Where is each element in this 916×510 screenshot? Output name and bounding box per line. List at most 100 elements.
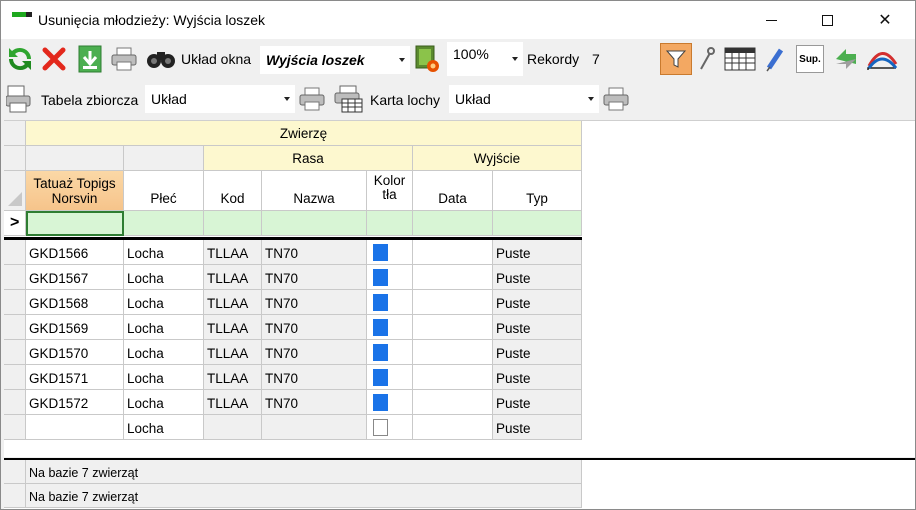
column-header-code[interactable]: Kod (204, 171, 262, 211)
cell-code[interactable]: TLLAA (204, 340, 262, 365)
row-header[interactable] (4, 415, 26, 440)
cell-date[interactable] (413, 340, 493, 365)
close-button[interactable]: ✕ (862, 1, 908, 39)
cell-name[interactable]: TN70 (262, 240, 367, 265)
cell-name[interactable]: TN70 (262, 340, 367, 365)
cell-color[interactable] (367, 265, 413, 290)
cell-date[interactable] (413, 415, 493, 440)
delete-button[interactable] (39, 44, 69, 74)
cell-date[interactable] (413, 240, 493, 265)
cell-tattoo[interactable]: GKD1571 (26, 365, 124, 390)
zoom-select[interactable]: 100% (447, 42, 523, 76)
refresh-button[interactable] (5, 44, 35, 74)
cell-name[interactable]: TN70 (262, 265, 367, 290)
cell-sex[interactable]: Locha (124, 365, 204, 390)
row-header[interactable] (4, 365, 26, 390)
cell-color[interactable] (367, 290, 413, 315)
row-header[interactable] (4, 265, 26, 290)
maximize-button[interactable] (804, 1, 850, 39)
cell-date[interactable] (413, 390, 493, 415)
transfer-button[interactable] (831, 44, 861, 74)
import-button[interactable] (75, 44, 105, 74)
cell-tattoo[interactable]: GKD1567 (26, 265, 124, 290)
cell-type[interactable]: Puste (493, 265, 582, 290)
print-button[interactable] (109, 44, 139, 74)
cell-code[interactable]: TLLAA (204, 365, 262, 390)
cell-color[interactable] (367, 415, 413, 440)
supplier-button[interactable]: Sup. (796, 45, 824, 73)
cell-date[interactable] (413, 290, 493, 315)
cell-name[interactable] (262, 415, 367, 440)
cell-color[interactable] (367, 390, 413, 415)
tools-button[interactable] (695, 44, 717, 74)
syringe-button[interactable] (763, 44, 787, 74)
column-header-sex[interactable]: Płeć (124, 171, 204, 211)
cell-type[interactable]: Puste (493, 315, 582, 340)
row-header[interactable] (4, 290, 26, 315)
curve-chart-button[interactable] (865, 44, 899, 74)
cell-sex[interactable]: Locha (124, 240, 204, 265)
cell-date[interactable] (413, 365, 493, 390)
column-header-color[interactable]: Kolor tła (367, 171, 413, 211)
cell-tattoo[interactable]: GKD1569 (26, 315, 124, 340)
column-header-type[interactable]: Typ (493, 171, 582, 211)
cell-name[interactable]: TN70 (262, 290, 367, 315)
cell-color[interactable] (367, 315, 413, 340)
new-row-cell[interactable] (493, 211, 582, 236)
new-row-cell[interactable] (413, 211, 493, 236)
find-button[interactable] (144, 45, 178, 73)
cell-date[interactable] (413, 265, 493, 290)
cell-color[interactable] (367, 365, 413, 390)
column-header-name[interactable]: Nazwa (262, 171, 367, 211)
cell-tattoo[interactable]: GKD1566 (26, 240, 124, 265)
cell-name[interactable]: TN70 (262, 365, 367, 390)
cell-type[interactable]: Puste (493, 415, 582, 440)
cell-sex[interactable]: Locha (124, 390, 204, 415)
cell-code[interactable] (204, 415, 262, 440)
cell-type[interactable]: Puste (493, 390, 582, 415)
cell-name[interactable]: TN70 (262, 390, 367, 415)
row-header[interactable] (4, 390, 26, 415)
cell-code[interactable]: TLLAA (204, 265, 262, 290)
cell-tattoo[interactable]: GKD1568 (26, 290, 124, 315)
sow-card-layout-select[interactable]: Układ (449, 85, 599, 113)
new-row-cell[interactable] (204, 211, 262, 236)
column-header-date[interactable]: Data (413, 171, 493, 211)
cell-sex[interactable]: Locha (124, 315, 204, 340)
cell-color[interactable] (367, 240, 413, 265)
calendar-button[interactable] (723, 44, 757, 74)
column-header-tattoo[interactable]: Tatuaż Topigs Norsvin (26, 171, 124, 211)
cell-tattoo[interactable]: GKD1572 (26, 390, 124, 415)
cell-sex[interactable]: Locha (124, 340, 204, 365)
summary-layout-select[interactable]: Układ (145, 85, 295, 113)
new-row-cell[interactable] (367, 211, 413, 236)
cell-sex[interactable]: Locha (124, 265, 204, 290)
window-layout-select[interactable]: Wyjścia loszek (260, 46, 410, 74)
print-summary-button[interactable] (297, 84, 327, 114)
cell-code[interactable]: TLLAA (204, 240, 262, 265)
cell-code[interactable]: TLLAA (204, 315, 262, 340)
new-row-cell[interactable] (124, 211, 204, 236)
row-header[interactable] (4, 240, 26, 265)
cell-sex[interactable]: Locha (124, 290, 204, 315)
minimize-button[interactable] (748, 1, 794, 39)
cell-tattoo[interactable]: GKD1570 (26, 340, 124, 365)
cell-type[interactable]: Puste (493, 240, 582, 265)
cell-name[interactable]: TN70 (262, 315, 367, 340)
cell-code[interactable]: TLLAA (204, 390, 262, 415)
print-sow-card-button[interactable] (601, 84, 631, 114)
row-header[interactable] (4, 315, 26, 340)
cell-sex[interactable]: Locha (124, 415, 204, 440)
cell-type[interactable]: Puste (493, 290, 582, 315)
cell-code[interactable]: TLLAA (204, 290, 262, 315)
cell-type[interactable]: Puste (493, 340, 582, 365)
cell-tattoo[interactable] (26, 415, 124, 440)
new-row-cell[interactable] (262, 211, 367, 236)
cell-date[interactable] (413, 315, 493, 340)
cell-type[interactable]: Puste (493, 365, 582, 390)
row-header[interactable] (4, 340, 26, 365)
layout-settings-button[interactable] (412, 44, 442, 74)
new-row-tattoo-input[interactable] (26, 211, 124, 236)
cell-color[interactable] (367, 340, 413, 365)
filter-button[interactable] (660, 43, 692, 75)
